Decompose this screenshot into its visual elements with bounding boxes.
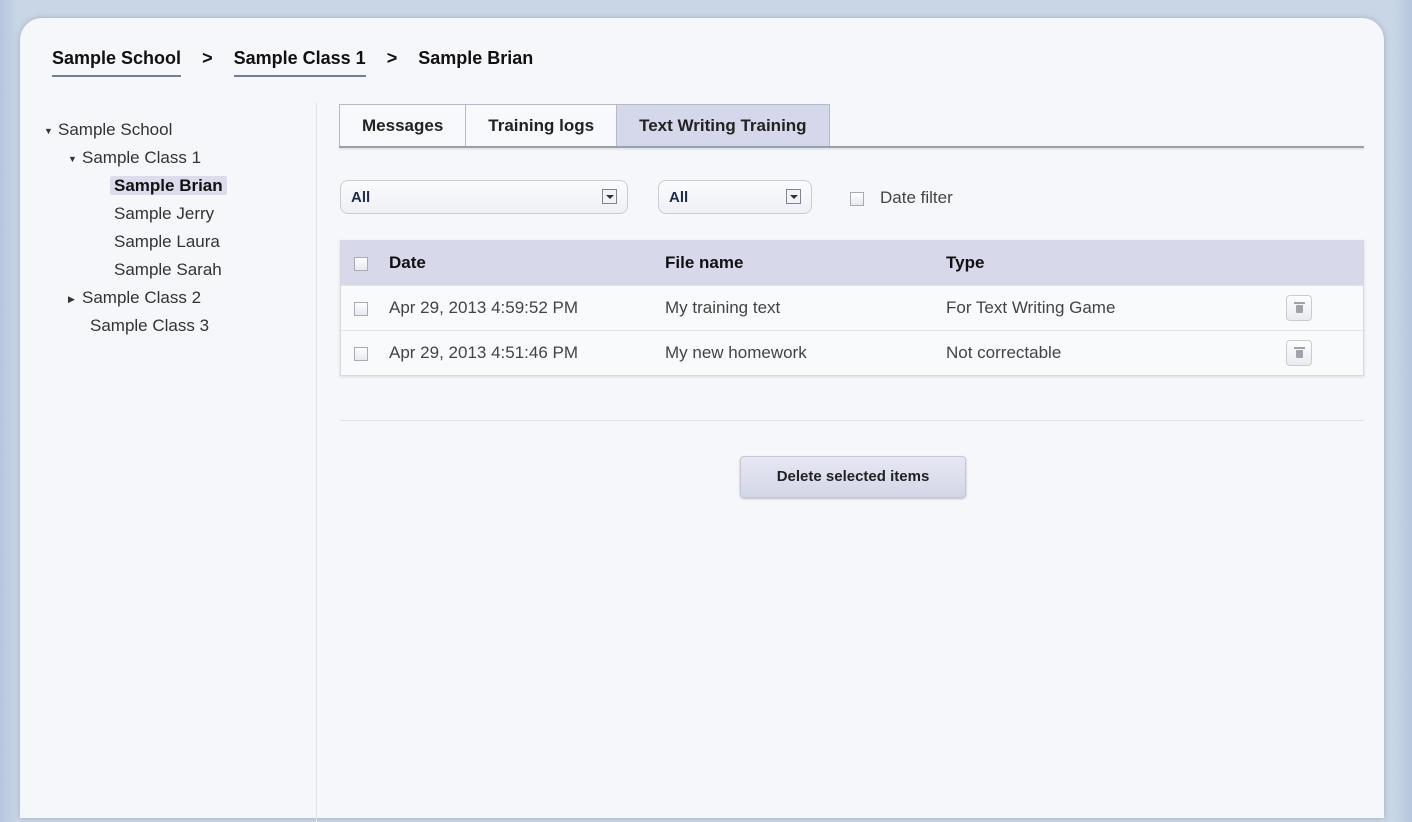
row-checkbox-cell [341, 298, 389, 318]
cell-file-name: My training text [665, 298, 781, 317]
tab-underline [339, 146, 1364, 148]
breadcrumb-current: Sample Brian [418, 48, 534, 68]
triangle-down-icon[interactable]: ▼ [44, 117, 58, 145]
cell-date: Apr 29, 2013 4:59:52 PM [389, 298, 579, 317]
tab-training-logs[interactable]: Training logs [465, 104, 618, 147]
cell-type: For Text Writing Game [946, 298, 1116, 317]
tree-node-class-2[interactable]: ▶ Sample Class 2 [44, 284, 319, 312]
table-row[interactable]: Apr 29, 2013 4:51:46 PM My new homework … [341, 330, 1363, 375]
tree-item-student-laura[interactable]: Sample Laura [44, 228, 319, 256]
date-filter-checkbox[interactable] [850, 191, 864, 206]
delete-selected-button[interactable]: Delete selected items [740, 456, 966, 498]
select-all-checkbox[interactable] [354, 256, 368, 271]
cell-file-name: My new homework [665, 343, 807, 362]
cell-type: Not correctable [946, 343, 1062, 362]
chevron-down-icon[interactable] [602, 189, 617, 204]
header-checkbox-cell [341, 253, 389, 273]
filter-select-2-value: All [669, 189, 689, 206]
triangle-down-icon[interactable]: ▼ [68, 145, 82, 173]
navigation-tree: ▼ Sample School ▼ Sample Class 1 Sample Br… [44, 116, 319, 340]
breadcrumb-link-school[interactable]: Sample School [52, 48, 182, 77]
cell-date: Apr 29, 2013 4:51:46 PM [389, 343, 579, 362]
tree-label: Sample Class 3 [90, 316, 210, 335]
breadcrumb-separator: > [202, 48, 213, 68]
filter-select-2[interactable]: All [658, 180, 812, 214]
tab-text-writing-training[interactable]: Text Writing Training [616, 104, 830, 147]
tree-label: Sample Laura [114, 232, 220, 251]
column-header-file-name[interactable]: File name [665, 253, 946, 273]
row-delete-button[interactable] [1286, 295, 1312, 321]
row-checkbox[interactable] [354, 301, 368, 316]
tab-bar: Messages Training logs Text Writing Trai… [339, 104, 830, 148]
breadcrumb-separator: > [386, 48, 398, 68]
trash-icon [1293, 347, 1305, 358]
triangle-right-icon[interactable]: ▶ [68, 285, 82, 313]
table-row[interactable]: Apr 29, 2013 4:59:52 PM My training text… [341, 285, 1363, 330]
content-divider [340, 420, 1364, 421]
tree-label: Sample Jerry [114, 204, 215, 223]
tree-node-class-3[interactable]: Sample Class 3 [44, 312, 319, 340]
tree-label: Sample Class 1 [82, 148, 202, 167]
tree-label: Sample Sarah [114, 260, 222, 279]
main-panel: Sample School > Sample Class 1 > Sample … [20, 18, 1384, 822]
date-filter-label: Date filter [880, 188, 953, 207]
filter-select-1[interactable]: All [340, 180, 628, 214]
table-header: Date File name Type [341, 241, 1363, 285]
row-checkbox-cell [341, 343, 389, 363]
cell-actions [1286, 340, 1363, 366]
date-filter: Date filter [850, 188, 953, 208]
breadcrumb-link-class[interactable]: Sample Class 1 [233, 48, 366, 77]
filter-select-1-value: All [351, 189, 371, 206]
tree-node-school[interactable]: ▼ Sample School [44, 116, 319, 144]
cell-actions [1286, 295, 1363, 321]
tree-label: Sample Class 2 [82, 288, 202, 307]
files-table: Date File name Type Apr 29, 2013 4:59:52… [340, 240, 1364, 376]
row-checkbox[interactable] [354, 346, 368, 361]
tree-item-student-sarah[interactable]: Sample Sarah [44, 256, 319, 284]
tree-label: Sample Brian [110, 176, 227, 195]
tab-messages[interactable]: Messages [339, 104, 467, 147]
column-header-type[interactable]: Type [946, 253, 1286, 273]
column-header-date[interactable]: Date [389, 253, 665, 273]
sidebar-divider [316, 102, 317, 822]
tree-item-student-jerry[interactable]: Sample Jerry [44, 200, 319, 228]
tree-node-class-1[interactable]: ▼ Sample Class 1 [44, 144, 319, 172]
row-delete-button[interactable] [1286, 340, 1312, 366]
tree-item-student-brian[interactable]: Sample Brian [44, 172, 319, 200]
trash-icon [1293, 302, 1305, 313]
chevron-down-icon[interactable] [786, 189, 801, 204]
breadcrumb: Sample School > Sample Class 1 > Sample … [52, 48, 533, 77]
tree-label: Sample School [58, 120, 173, 139]
